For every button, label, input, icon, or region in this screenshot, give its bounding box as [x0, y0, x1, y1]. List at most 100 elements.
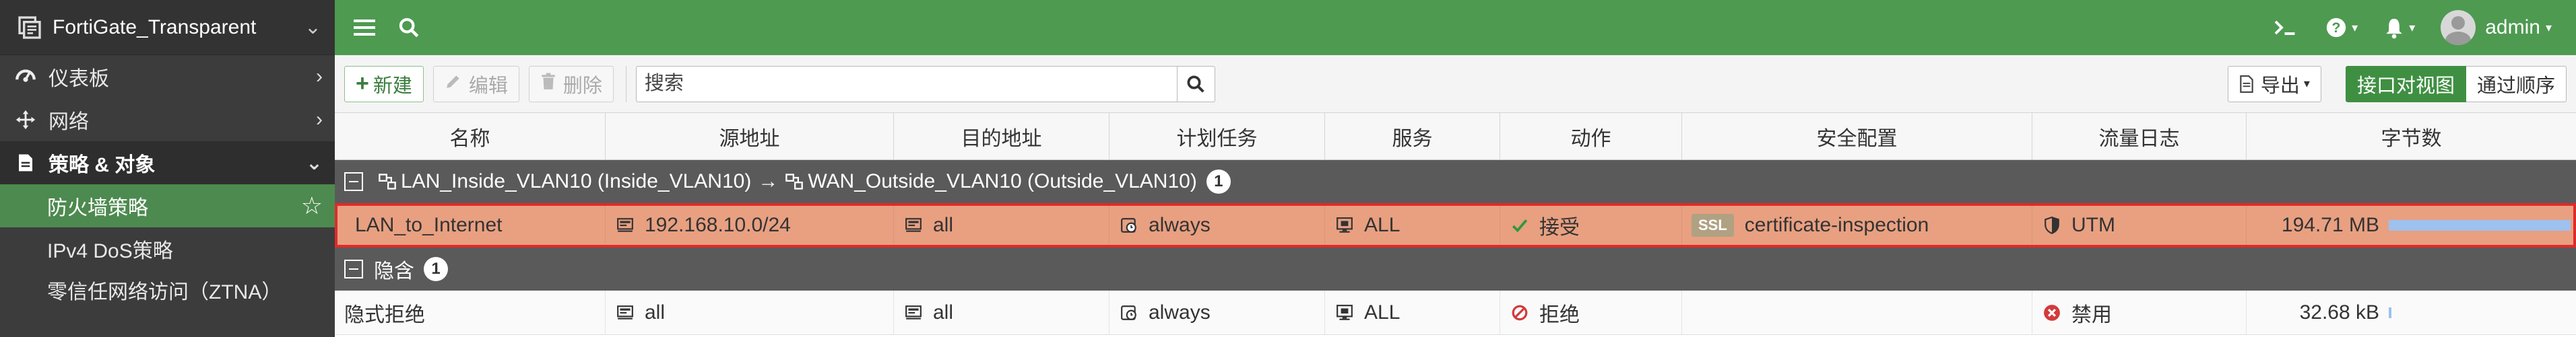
- arrow-right-icon: →: [758, 170, 779, 192]
- export-button[interactable]: 导出 ▾: [2227, 65, 2321, 102]
- service-cell: ALL: [1325, 291, 1500, 334]
- schedule-cell: always: [1109, 203, 1325, 248]
- bytes-value: 32.68 kB: [2299, 301, 2379, 324]
- column-header-log[interactable]: 流量日志: [2032, 113, 2247, 159]
- sidebar-item-policy-objects[interactable]: 策略 & 对象 ⌄: [0, 141, 335, 184]
- count-badge: 1: [424, 257, 448, 281]
- service-cell: ALL: [1325, 203, 1500, 248]
- delete-button-label: 删除: [562, 75, 602, 97]
- sidebar-item-label: 策略 & 对象: [49, 154, 156, 176]
- address-icon: [903, 303, 924, 323]
- source-cell: 192.168.10.0/24: [606, 203, 894, 248]
- notification-bell-icon[interactable]: ▾: [2383, 16, 2415, 39]
- search-box: [635, 65, 1215, 102]
- username: admin: [2485, 16, 2540, 38]
- destination-interface: WAN_Outside_VLAN10 (Outside_VLAN10): [808, 170, 1197, 192]
- cli-console-icon[interactable]: [2272, 17, 2299, 38]
- column-header-service[interactable]: 服务: [1325, 113, 1500, 159]
- log-cell: UTM: [2032, 203, 2247, 248]
- bytes-value: 194.71 MB: [2281, 214, 2379, 236]
- log-value: UTM: [2071, 214, 2115, 236]
- edit-button-label: 编辑: [468, 75, 508, 97]
- help-icon[interactable]: ? ▾: [2325, 16, 2358, 39]
- column-header-schedule[interactable]: 计划任务: [1109, 113, 1325, 159]
- security-cell: SSL certificate-inspection: [1682, 203, 2032, 248]
- column-header-security-profiles[interactable]: 安全配置: [1682, 113, 2032, 159]
- count-badge: 1: [1206, 170, 1231, 194]
- chevron-right-icon: ›: [316, 108, 323, 130]
- column-header-action[interactable]: 动作: [1500, 113, 1682, 159]
- destination-cell: all: [894, 291, 1109, 334]
- sequence-view-button[interactable]: 通过顺序: [2466, 65, 2567, 102]
- destination-address: all: [933, 301, 954, 324]
- schedule-value: always: [1149, 214, 1211, 236]
- implicit-group-header[interactable]: 隐含 1: [335, 248, 2576, 291]
- service-value: ALL: [1364, 301, 1400, 324]
- table-row[interactable]: LAN_to_Internet 192.168.10.0/24 all alwa…: [335, 203, 2576, 248]
- interface-pair-group-header[interactable]: LAN_Inside_VLAN10 (Inside_VLAN10) → WAN_…: [335, 160, 2576, 203]
- device-name: FortiGate_Transparent: [53, 15, 257, 38]
- sidebar-item-ztna[interactable]: 零信任网络访问（ZTNA）: [0, 270, 335, 332]
- log-value: 禁用: [2071, 303, 2112, 326]
- column-header-source[interactable]: 源地址: [606, 113, 894, 159]
- collapse-toggle-icon[interactable]: [344, 260, 363, 278]
- menu-icon[interactable]: [350, 13, 379, 42]
- collapse-toggle-icon[interactable]: [344, 172, 363, 191]
- policy-toolbar: + 新建 编辑 删除 导出 ▾ 接口对视图 通过顺序: [335, 55, 2576, 113]
- search-icon[interactable]: [394, 13, 424, 42]
- column-header-bytes[interactable]: 字节数: [2247, 113, 2576, 159]
- deny-icon: [1510, 303, 1530, 323]
- search-icon[interactable]: [1176, 66, 1215, 102]
- column-header-name[interactable]: 名称: [335, 113, 606, 159]
- ssl-badge: SSL: [1692, 214, 1734, 237]
- star-icon[interactable]: ☆: [301, 192, 323, 220]
- source-address: all: [645, 301, 666, 324]
- dashboard-icon: [13, 65, 38, 89]
- table-row[interactable]: 隐式拒绝 all all always ALL 拒绝 禁用 32.68 kB: [335, 291, 2576, 335]
- interface-icon: [379, 174, 396, 190]
- sidebar-item-label: 防火墙策略: [47, 197, 148, 219]
- document-icon: [2239, 75, 2254, 93]
- caret-down-icon: ▾: [2352, 20, 2358, 34]
- edit-button[interactable]: 编辑: [432, 65, 519, 102]
- pencil-icon: [445, 73, 462, 96]
- chevron-down-icon: ⌄: [304, 16, 321, 38]
- sidebar-item-label: 网络: [49, 111, 89, 133]
- device-selector[interactable]: FortiGate_Transparent ⌄: [0, 0, 335, 55]
- new-button-label: 新建: [373, 75, 412, 97]
- source-address: 192.168.10.0/24: [645, 214, 791, 236]
- action-cell: 接受: [1500, 203, 1682, 248]
- export-button-label: 导出: [2260, 75, 2300, 97]
- plus-icon: +: [356, 71, 369, 96]
- device-icon: [18, 15, 41, 39]
- new-button[interactable]: + 新建: [344, 65, 424, 102]
- sidebar-item-network[interactable]: 网络 ›: [0, 98, 335, 141]
- bytes-cell: 32.68 kB: [2247, 291, 2576, 334]
- sidebar-item-ipv4-dos-policy[interactable]: IPv4 DoS策略: [0, 227, 335, 270]
- address-icon: [903, 215, 924, 235]
- interface-pair-view-button[interactable]: 接口对视图: [2345, 65, 2466, 102]
- sidebar: FortiGate_Transparent ⌄ 仪表板 › 网络 › 策略 & …: [0, 0, 335, 337]
- sidebar-item-firewall-policy[interactable]: 防火墙策略 ☆: [0, 184, 335, 227]
- action-cell: 拒绝: [1500, 291, 1682, 334]
- source-cell: all: [606, 291, 894, 334]
- search-input[interactable]: [636, 66, 1177, 102]
- sidebar-item-dashboard[interactable]: 仪表板 ›: [0, 55, 335, 98]
- caret-down-icon: ▾: [2409, 20, 2416, 34]
- address-icon: [615, 303, 635, 323]
- schedule-cell: always: [1109, 291, 1325, 334]
- shield-icon: [2042, 215, 2062, 235]
- svg-text:?: ?: [2332, 20, 2341, 36]
- schedule-clock-icon: [1119, 215, 1139, 235]
- destination-address: all: [933, 214, 954, 236]
- sidebar-item-label: 零信任网络访问（ZTNA）: [47, 281, 282, 303]
- service-icon: [1334, 215, 1355, 235]
- view-toggle: 接口对视图 通过顺序: [2345, 65, 2567, 102]
- delete-button[interactable]: 删除: [528, 65, 614, 102]
- sidebar-item-label: 仪表板: [49, 68, 109, 90]
- column-header-destination[interactable]: 目的地址: [894, 113, 1109, 159]
- user-menu[interactable]: admin ▾: [2441, 10, 2552, 45]
- bytes-bar: [2389, 307, 2391, 318]
- user-avatar-icon: [2441, 10, 2476, 45]
- policy-name: LAN_to_Internet: [335, 203, 606, 248]
